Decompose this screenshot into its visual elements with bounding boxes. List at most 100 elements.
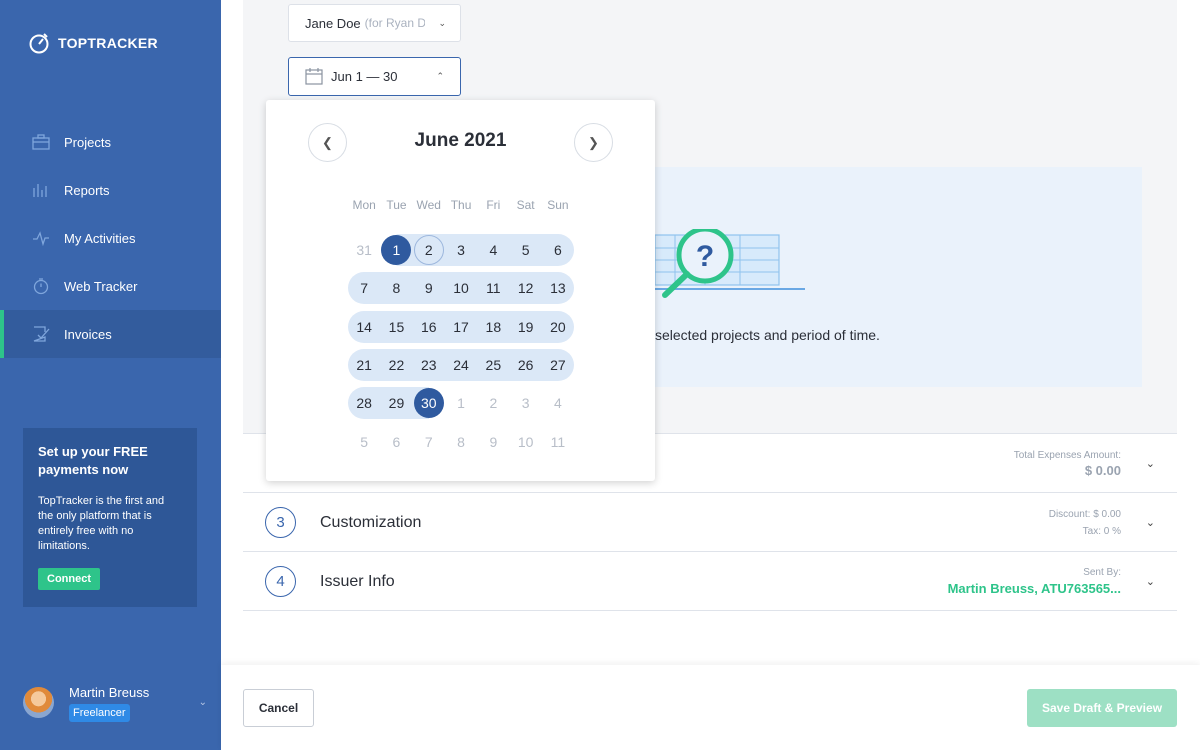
calendar-day[interactable]: 14 [348, 310, 381, 343]
calendar-day[interactable]: 13 [541, 272, 575, 305]
calendar-day[interactable]: 29 [380, 387, 413, 420]
calendar-grid: 31 1 2 3 4 5 6 7 8 9 10 11 12 13 14 15 16 17 18 19 20 21 22 23 2… [348, 231, 575, 461]
calendar-day[interactable]: 24 [444, 349, 478, 382]
calendar-week-row: 14 15 16 17 18 19 20 [348, 308, 575, 346]
date-range-picker[interactable]: Jun 1 — 30 ⌃ [288, 57, 461, 96]
step-number: 4 [265, 566, 296, 597]
client-sub: (for Ryan D [364, 16, 425, 30]
calendar-day[interactable]: 20 [541, 310, 575, 343]
logo-text: TOPTRACKER [58, 35, 158, 51]
logo[interactable]: TOPTRACKER [28, 32, 158, 54]
calendar-day[interactable]: 9 [412, 272, 445, 305]
calendar-day[interactable]: 23 [412, 349, 445, 382]
chevron-down-icon[interactable]: ⌄ [1146, 457, 1155, 470]
calendar-day-outside-month: 10 [517, 433, 534, 450]
chevron-down-icon[interactable]: ⌄ [1146, 575, 1155, 588]
user-menu[interactable]: Martin Breuss Freelancer ⌄ [23, 685, 207, 722]
calendar-day[interactable]: 16 [412, 310, 445, 343]
calendar-day[interactable]: 21 [348, 349, 381, 382]
next-month-button[interactable]: ❯ [574, 123, 613, 162]
sidebar-item-my-activities[interactable]: My Activities [0, 214, 221, 262]
discount-value: $ 0.00 [1093, 508, 1121, 520]
calendar-day[interactable]: 18 [477, 310, 510, 343]
calendar-day[interactable]: 27 [541, 349, 575, 382]
calendar-day-outside-month: 3 [521, 395, 530, 412]
tax-value: 0 % [1103, 525, 1121, 537]
calendar-day[interactable]: 12 [509, 272, 542, 305]
step-number: 3 [265, 507, 296, 538]
calendar-day[interactable]: 28 [348, 387, 381, 420]
client-dropdown[interactable]: Jane Doe (for Ryan D ⌄ [288, 4, 461, 42]
section-title: Customization [320, 513, 422, 531]
footer-actions: Cancel Save Draft & Preview [221, 665, 1200, 750]
calendar-day[interactable]: 17 [444, 310, 478, 343]
calendar-day-range-end[interactable]: 30 [412, 387, 445, 420]
sidebar-item-reports[interactable]: Reports [0, 166, 221, 214]
chevron-down-icon: ⌄ [438, 17, 446, 28]
calendar-day[interactable]: 3 [444, 234, 478, 267]
svg-text:?: ? [696, 240, 714, 273]
role-badge: Freelancer [69, 704, 130, 722]
calendar-day-range-start[interactable]: 1 [380, 234, 413, 267]
calendar-day-outside-month: 5 [360, 433, 369, 450]
calendar-week-row: 7 8 9 10 11 12 13 [348, 269, 575, 307]
calendar-day[interactable]: 15 [380, 310, 413, 343]
section-customization[interactable]: 3 Customization Discount: $ 0.00 Tax: 0 … [243, 494, 1177, 552]
sidebar-item-label: My Activities [64, 230, 136, 246]
calendar-day[interactable]: 22 [380, 349, 413, 382]
calendar-day-outside-month: 1 [457, 395, 465, 412]
customization-summary: Discount: $ 0.00 Tax: 0 % [1049, 506, 1121, 540]
bar-chart-icon [32, 181, 50, 199]
calendar-day-outside-month: 31 [356, 242, 372, 259]
calendar-week-row: 31 1 2 3 4 5 6 [348, 231, 575, 269]
calendar-week-row: 28 29 30 1 2 3 4 [348, 384, 574, 422]
save-draft-preview-button[interactable]: Save Draft & Preview [1027, 689, 1177, 727]
expenses-summary: Total Expenses Amount: $ 0.00 [1014, 450, 1121, 478]
stopwatch-logo-icon [29, 33, 49, 54]
weekday-label: Wed [416, 198, 441, 212]
briefcase-icon [32, 133, 50, 151]
date-range-value: Jun 1 — 30 [331, 69, 398, 84]
chevron-down-icon[interactable]: ⌄ [1146, 516, 1155, 529]
sidebar-item-web-tracker[interactable]: Web Tracker [0, 262, 221, 310]
empty-state-panel: ? selected projects and period of time. [655, 167, 1142, 387]
calendar-day[interactable]: 4 [477, 234, 510, 267]
sidebar-item-label: Invoices [64, 326, 112, 342]
chevron-right-icon: ❯ [588, 134, 599, 150]
calendar-day[interactable]: 7 [348, 272, 381, 305]
calendar-weekdays: Mon Tue Wed Thu Fri Sat Sun [348, 198, 574, 212]
calendar-day[interactable]: 10 [444, 272, 478, 305]
section-issuer-info[interactable]: 4 Issuer Info Sent By: Martin Breuss, AT… [243, 553, 1177, 611]
expenses-label: Total Expenses Amount: [1013, 449, 1121, 461]
calendar-day-outside-month: 9 [489, 433, 498, 450]
calendar-day-outside-month: 4 [554, 395, 562, 412]
chevron-up-icon: ⌃ [436, 71, 444, 81]
avatar [23, 687, 54, 718]
calendar-day[interactable]: 2 [412, 234, 445, 267]
calendar-day[interactable]: 19 [509, 310, 542, 343]
sidebar-item-invoices[interactable]: Invoices [0, 310, 221, 358]
sidebar: TOPTRACKER Projects Reports My Activitie… [0, 0, 221, 750]
stopwatch-icon [32, 277, 50, 295]
activity-icon [32, 229, 50, 247]
calendar-day-outside-month: 7 [424, 433, 433, 450]
invoice-icon [32, 325, 50, 343]
chevron-down-icon[interactable]: ⌄ [199, 697, 207, 708]
calendar-week-row: 5 6 7 8 9 10 11 [348, 422, 574, 460]
calendar-day-outside-month: 2 [489, 395, 498, 412]
calendar-day[interactable]: 5 [509, 234, 542, 267]
magnifier-table-illustration: ? [655, 229, 805, 298]
tax-label: Tax: [1082, 525, 1101, 537]
calendar-day[interactable]: 6 [541, 234, 575, 267]
promo-title: Set up your FREE payments now [38, 444, 148, 477]
weekday-label: Mon [352, 198, 376, 212]
calendar-day[interactable]: 8 [380, 272, 413, 305]
connect-button[interactable]: Connect [38, 568, 100, 590]
calendar-day[interactable]: 25 [477, 349, 510, 382]
sidebar-item-label: Projects [64, 134, 111, 150]
client-name: Jane Doe [305, 15, 361, 31]
cancel-button[interactable]: Cancel [243, 689, 314, 727]
calendar-day[interactable]: 11 [477, 272, 510, 305]
calendar-day[interactable]: 26 [509, 349, 542, 382]
sidebar-item-projects[interactable]: Projects [0, 118, 221, 166]
